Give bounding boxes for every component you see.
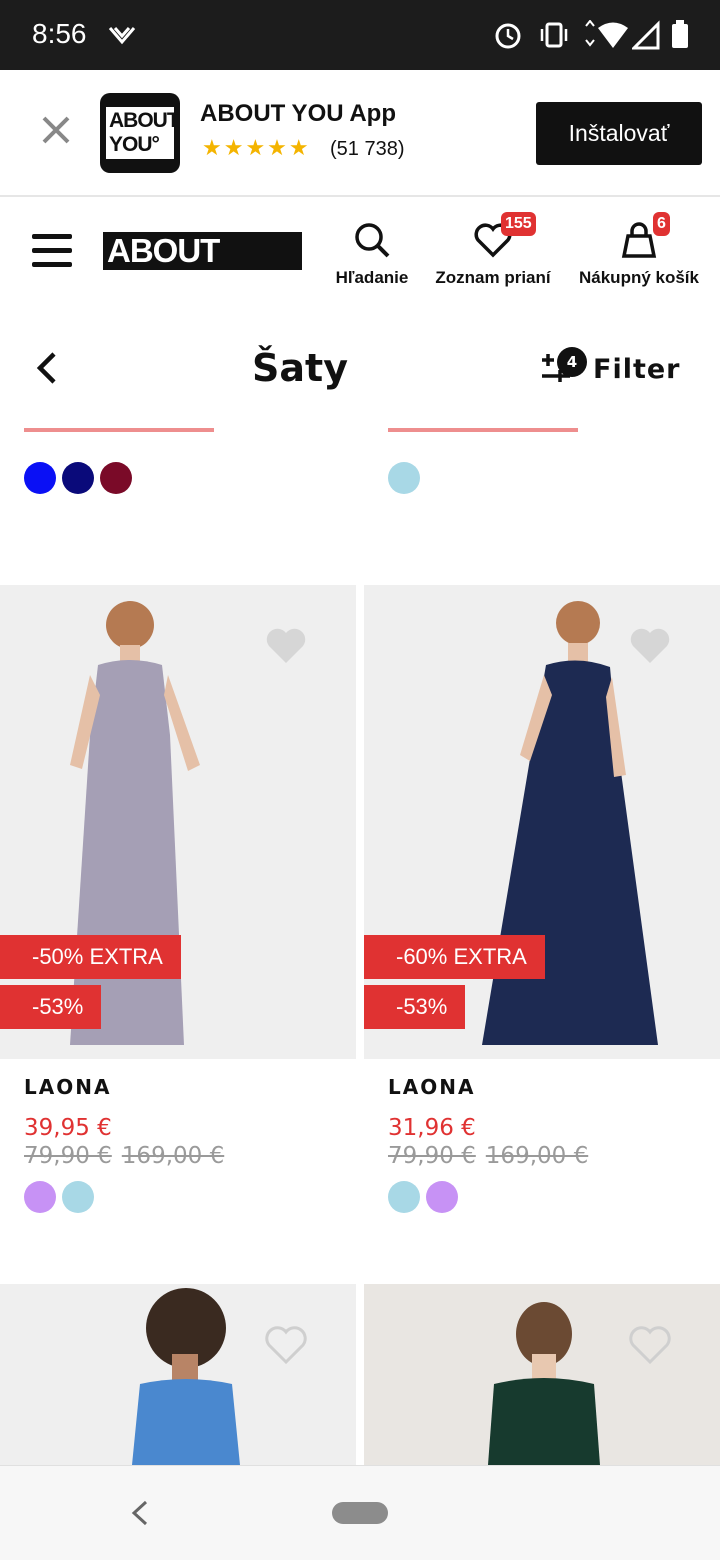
color-swatch[interactable] [388,1181,420,1213]
battery-icon [672,20,688,48]
wishlist-icon-wrap: 155 [473,212,536,260]
filter-label: Filter [593,354,681,385]
color-swatch[interactable] [62,1181,94,1213]
product-old-prices: 79,90 € 169,00 € [388,1143,598,1169]
color-swatch[interactable] [62,462,94,494]
old-price: 79,90 € [24,1143,112,1169]
color-swatch[interactable] [426,1181,458,1213]
wishlist-button[interactable]: 155 Zoznam prianí [430,212,556,288]
wishlist-heart-icon[interactable] [264,625,308,665]
system-back-icon[interactable] [128,1499,152,1527]
product-card[interactable] [0,1284,356,1465]
cart-badge: 6 [653,212,670,236]
app-logo: ABOUT YOU° [100,93,180,173]
product-card[interactable] [364,1284,720,1465]
home-pill[interactable] [332,1502,388,1524]
dress-model-image [488,1302,600,1465]
category-title-bar: Šaty 4 Filter [0,318,720,418]
wishlist-heart-icon[interactable] [628,1324,672,1364]
app-install-banner: ABOUT YOU° ABOUT YOU App ★★★★★ (51 738) … [0,70,720,197]
old-price: 79,90 € [388,1143,476,1169]
menu-icon[interactable] [32,234,72,268]
cart-label: Nákupný košík [579,268,699,287]
data-saver-icon [108,27,136,45]
app-logo-text-1: ABOUT [109,109,180,132]
product-image[interactable] [364,1284,720,1465]
product-swatches [388,1181,458,1213]
cart-icon-wrap: 6 [619,212,670,260]
extra-discount-tag: -50% EXTRA [0,935,181,979]
status-time: 8:56 [32,18,87,49]
discount-tag: -53% [0,985,102,1029]
search-icon [355,223,390,258]
previous-price-cutoff-2 [388,420,588,440]
original-price: 169,00 € [485,1143,589,1169]
search-label: Hľadanie [335,268,409,287]
product-price: 39,95 € [24,1115,112,1141]
brand-logo[interactable]: ABOUT YOU° [103,232,302,307]
site-header: ABOUT YOU° Hľadanie 155 Zoznam prianí 6 … [0,198,720,308]
product-image[interactable]: -60% EXTRA -53% [364,585,720,1059]
wishlist-heart-icon[interactable] [628,625,672,665]
color-swatch[interactable] [24,1181,56,1213]
color-swatch[interactable] [388,462,420,494]
signal-icon [632,20,660,50]
app-logo-text-2: YOU° [109,133,160,156]
extra-discount-tag: -60% EXTRA [364,935,545,979]
color-swatch[interactable] [24,462,56,494]
product-price: 31,96 € [388,1115,476,1141]
page-title: Šaty [252,346,348,390]
wifi-icon [585,20,628,48]
search-button[interactable]: Hľadanie [332,220,412,288]
system-nav-bar [0,1465,720,1560]
rating-stars: ★★★★★ [202,136,311,161]
previous-price-cutoff [24,420,224,440]
wishlist-badge: 155 [501,212,536,236]
wishlist-label: Zoznam prianí [435,268,551,287]
product-card[interactable]: -50% EXTRA -53% LAONA 39,95 € 79,90 € 169… [0,585,356,1213]
discount-tag: -53% [364,985,466,1029]
cart-button[interactable]: 6 Nákupný košík [574,212,704,288]
original-price: 169,00 € [121,1143,225,1169]
previous-right-swatches [388,462,420,494]
product-old-prices: 79,90 € 169,00 € [24,1143,234,1169]
status-bar: 8:56 [0,0,720,70]
alarm-icon [495,23,521,49]
product-brand: LAONA [388,1075,476,1099]
app-name: ABOUT YOU App [200,100,396,127]
wishlist-heart-icon[interactable] [264,1324,308,1364]
install-button[interactable]: Inštalovať [536,102,702,165]
previous-left-swatches [24,462,132,494]
filter-button[interactable]: 4 Filter [540,344,690,394]
vibrate-icon [540,22,568,48]
color-swatch[interactable] [100,462,132,494]
dress-model-image [132,1288,240,1465]
close-icon[interactable] [38,112,74,148]
product-swatches [24,1181,94,1213]
product-card[interactable]: -60% EXTRA -53% LAONA 31,96 € 79,90 € 169… [364,585,720,1213]
product-image[interactable]: -50% EXTRA -53% [0,585,356,1059]
filter-count-badge: 4 [557,347,587,377]
review-count: (51 738) [330,138,405,160]
product-brand: LAONA [24,1075,112,1099]
product-image[interactable] [0,1284,356,1465]
